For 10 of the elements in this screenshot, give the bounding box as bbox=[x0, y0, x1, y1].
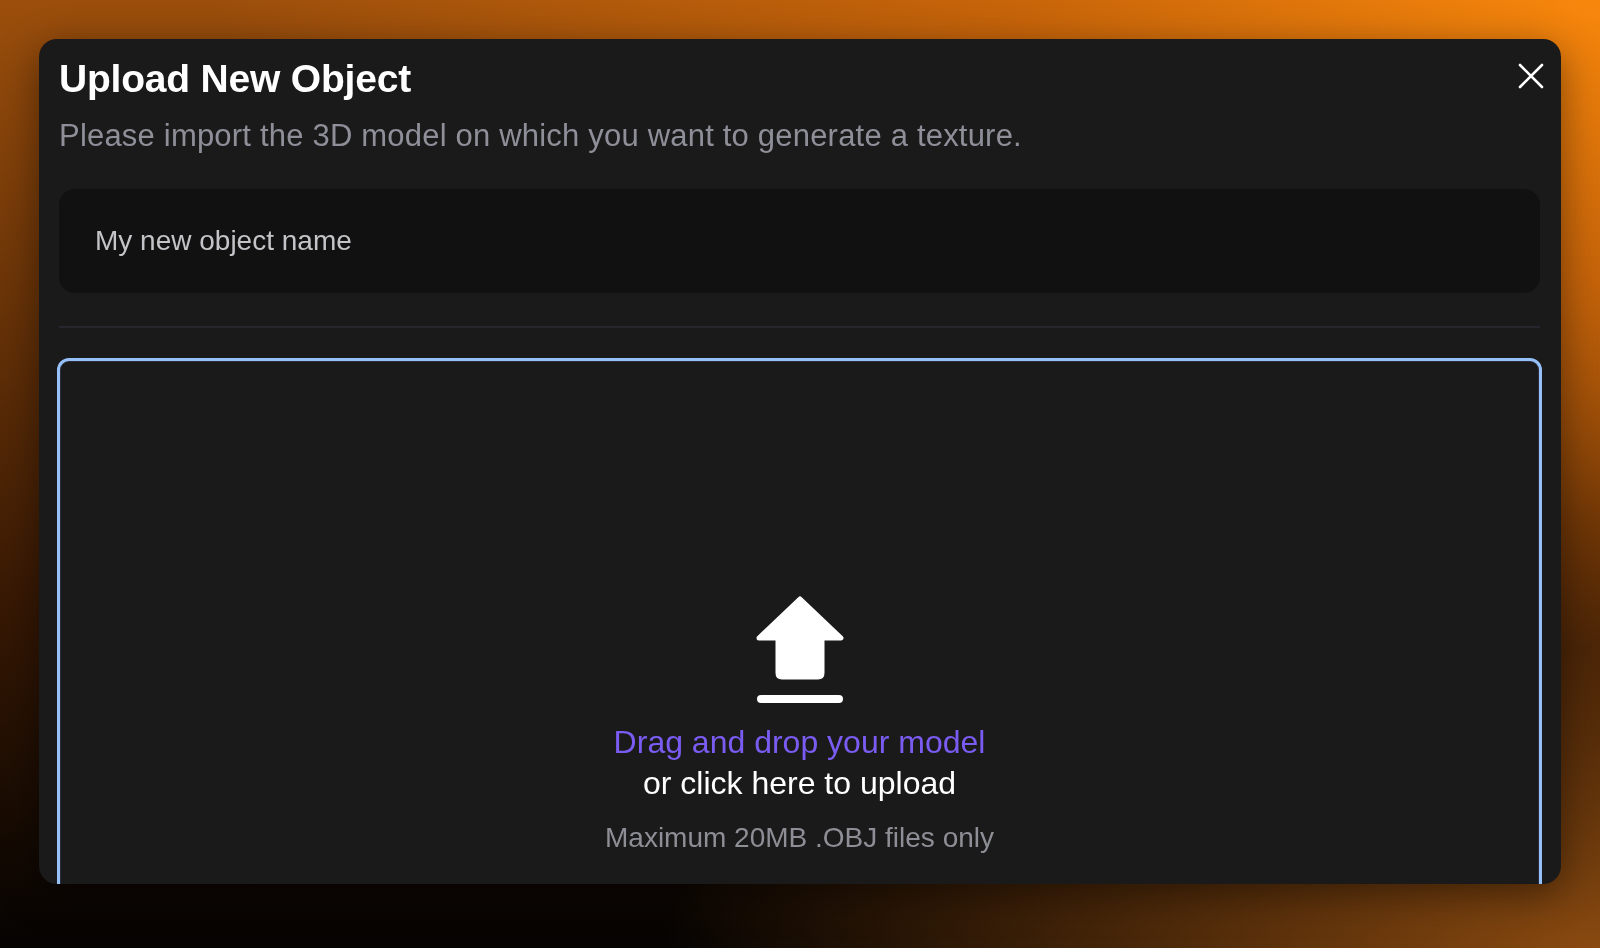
upload-dropzone[interactable]: Drag and drop your model or click here to upload Maximum 20MB .OBJ files only bbox=[57, 358, 1542, 884]
object-name-field[interactable]: My new object name bbox=[59, 189, 1540, 293]
close-icon bbox=[1518, 63, 1544, 89]
close-button[interactable] bbox=[1518, 63, 1544, 89]
file-limit-text: Maximum 20MB .OBJ files only bbox=[605, 820, 994, 855]
click-upload-text: or click here to upload bbox=[642, 763, 957, 803]
drag-drop-text: Drag and drop your model bbox=[613, 722, 986, 762]
dialog-subtitle: Please import the 3D model on which you want to generate a texture. bbox=[59, 117, 1023, 155]
dialog-title: Upload New Object bbox=[59, 56, 411, 102]
upload-icon bbox=[755, 595, 844, 704]
